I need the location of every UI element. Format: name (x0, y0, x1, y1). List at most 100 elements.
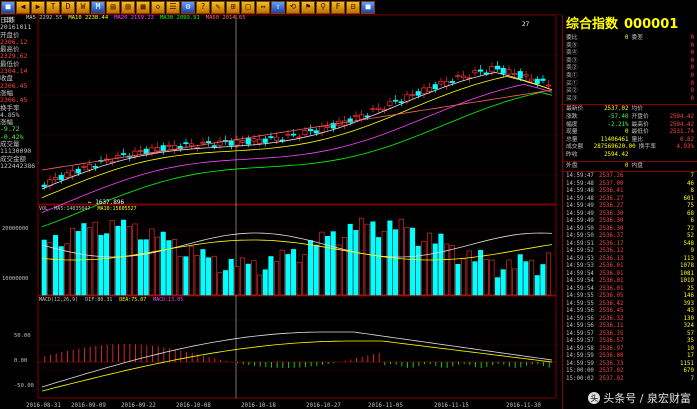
volume-bar (364, 223, 370, 296)
volume-bar (234, 266, 240, 296)
volume-bar (404, 227, 410, 296)
toolbar-button-17[interactable]: ↔ (256, 0, 270, 14)
candle-body (251, 138, 257, 142)
candle-body (421, 87, 427, 95)
volume-bar (370, 221, 376, 296)
tick-row: 14:59:48 2536.27 601 (566, 195, 694, 202)
candle-body (511, 73, 518, 75)
ma5-line (41, 71, 553, 190)
candle-body (494, 65, 501, 70)
tick-row: 14:59:50 2536.30 72 (566, 225, 694, 232)
volume-bar (211, 255, 217, 296)
vol-legend-0: VOL (39, 206, 49, 212)
toolbar-button-3[interactable]: T (46, 0, 60, 14)
volume-bar (523, 261, 529, 296)
ma-legend-4: MA60 2014.65 (205, 15, 246, 21)
toolbar-button-11[interactable]: ☰ (166, 0, 180, 14)
candle-body (75, 168, 81, 174)
volume-bar (75, 231, 81, 296)
candle-body (115, 155, 121, 159)
toolbar: ■ ◀ ▶ T D W M ▤ ▥ ▦ ◇ ☰ ⚙? ✎ ⊞ □ ↔ ⇧ ⟲ ⚑ ⚲ F ⊟ ■ (0, 0, 562, 15)
outer-inner-row: 外盘 0 内盘 (566, 162, 644, 169)
toolbar-button-1[interactable]: ◀ (16, 0, 30, 14)
candle-body (188, 143, 195, 147)
candle-body (273, 136, 280, 141)
volume-bar (302, 254, 308, 296)
tick-row: 14:59:59 2536.80 17 (566, 353, 694, 360)
candle-body (200, 141, 206, 144)
candle-body (268, 136, 274, 138)
toutiao-icon: 头 (588, 392, 601, 404)
orderbook-row: 委比 0 委差 0 (566, 35, 694, 41)
toolbar-button-23[interactable]: ⊟ (346, 0, 360, 14)
toolbar-button-14[interactable]: ✎ (211, 0, 225, 14)
toolbar-button-15[interactable]: ⊞ (226, 0, 240, 14)
volume-bar (262, 269, 268, 296)
toolbar-button-18[interactable]: ⇧ (271, 0, 285, 14)
candle-body (86, 164, 93, 171)
toolbar-button-12[interactable]: ⚙ (181, 0, 195, 14)
volume-bar (438, 233, 444, 296)
macd-legend-3: MACD:13.05 (153, 297, 184, 303)
volume-bar (296, 261, 302, 296)
volume-bar (189, 246, 195, 296)
candle-body (92, 166, 98, 168)
quote-row: 总量 11406461 量比 0.82 (566, 136, 694, 143)
toolbar-button-4[interactable]: D (61, 0, 75, 14)
volume-bar (500, 269, 506, 296)
tick-row: 14:59:57 2536.57 35 (566, 338, 694, 345)
volume-bar (489, 259, 495, 296)
tick-row: 15:00:00 2537.02 679 (566, 368, 694, 375)
candle-body (228, 140, 234, 146)
tick-row: 14:59:49 2536.30 6 (566, 218, 694, 225)
info-row: 122442386 (0, 161, 36, 170)
candle-body (404, 94, 410, 102)
volume-bar (58, 246, 64, 296)
toolbar-button-16[interactable]: □ (241, 0, 255, 14)
kline-chart[interactable]: 27 ← 1637.896 20000000 10000000 50.00 0.00 -50… (0, 14, 562, 409)
toolbar-button-2[interactable]: ▶ (31, 0, 45, 14)
toolbar-button-7[interactable]: ▤ (106, 0, 120, 14)
toolbar-button-24[interactable]: ■ (361, 0, 375, 14)
orderbook-row: 买② 0 (566, 88, 694, 95)
volume-bar (285, 254, 291, 296)
toolbar-button-20[interactable]: ⚑ (301, 0, 315, 14)
toolbar-button-13[interactable]: ? (196, 0, 210, 14)
volume-bar (342, 236, 348, 296)
candle-body (307, 129, 314, 132)
volume-bar (534, 275, 540, 296)
low-mark: ← 1637.896 (88, 199, 125, 206)
volume-bar (121, 219, 127, 296)
toolbar-button-9[interactable]: ▦ (136, 0, 150, 14)
volume-bar (461, 258, 467, 296)
tick-row: 14:59:49 2536.30 68 (566, 210, 694, 217)
toolbar-button-10[interactable]: ◇ (151, 0, 165, 14)
candle-body (528, 78, 535, 82)
toolbar-button-19[interactable]: ⟲ (286, 0, 300, 14)
candle-body (143, 148, 149, 154)
chart-area[interactable]: 27 ← 1637.896 20000000 10000000 50.00 0.00 -50… (0, 14, 562, 409)
tick-row: 14:59:56 2536.45 43 (566, 308, 694, 315)
volume-bar (517, 254, 523, 296)
volume-bar (87, 227, 93, 296)
volume-bar (257, 274, 263, 296)
toolbar-button-5[interactable]: W (76, 0, 90, 14)
toolbar-button-22[interactable]: F (331, 0, 345, 14)
volume-bar (546, 252, 552, 296)
candle-body (256, 138, 263, 144)
tick-list[interactable]: 14:59:47 2537.26 7 14:59:48 2537.00 46 14:59:4… (563, 173, 697, 383)
candle-body (353, 114, 359, 118)
candle-body (290, 133, 297, 136)
candle-body (409, 93, 416, 96)
candle-body (443, 81, 450, 87)
volume-bar (308, 240, 314, 296)
toolbar-button-21[interactable]: ⚲ (316, 0, 330, 14)
candle-body (324, 125, 331, 128)
ma-legend-1: MA10 2238.44 (68, 15, 109, 21)
candle-body (398, 101, 404, 104)
toolbar-button-6[interactable]: M (91, 0, 105, 14)
quote-row: 现量 0 最低价 2531.74 (566, 129, 694, 136)
toolbar-button-0[interactable]: ■ (1, 0, 15, 14)
toolbar-button-8[interactable]: ▥ (121, 0, 135, 14)
stock-title[interactable]: 综合指数 000001 (563, 15, 697, 35)
